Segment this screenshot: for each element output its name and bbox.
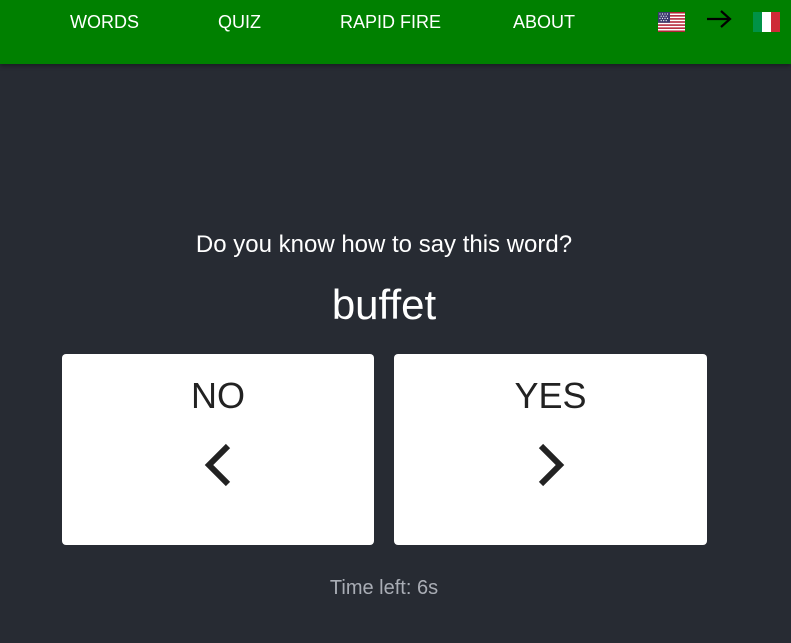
nav-link-about[interactable]: ABOUT [513, 12, 575, 32]
nav-link-rapid-fire[interactable]: RAPID FIRE [340, 12, 441, 32]
yes-button[interactable]: YES [394, 354, 707, 545]
us-flag-icon[interactable] [658, 12, 685, 32]
chevron-right-icon [538, 443, 565, 487]
italy-flag-icon[interactable] [753, 12, 780, 32]
nav-link-words[interactable]: WORDS [70, 12, 139, 32]
chevron-left-icon [204, 443, 231, 487]
quiz-question: Do you know how to say this word? [195, 231, 573, 258]
top-navbar: WORDS QUIZ RAPID FIRE ABOUT [0, 0, 791, 64]
yes-button-label: YES [514, 375, 587, 416]
no-button[interactable]: NO [62, 354, 374, 545]
time-left-text: Time left: 6s [329, 577, 439, 599]
no-button-label: NO [191, 375, 245, 416]
quiz-word: buffet [331, 281, 437, 328]
nav-link-quiz[interactable]: QUIZ [218, 12, 261, 32]
arrow-right-icon [707, 10, 732, 28]
